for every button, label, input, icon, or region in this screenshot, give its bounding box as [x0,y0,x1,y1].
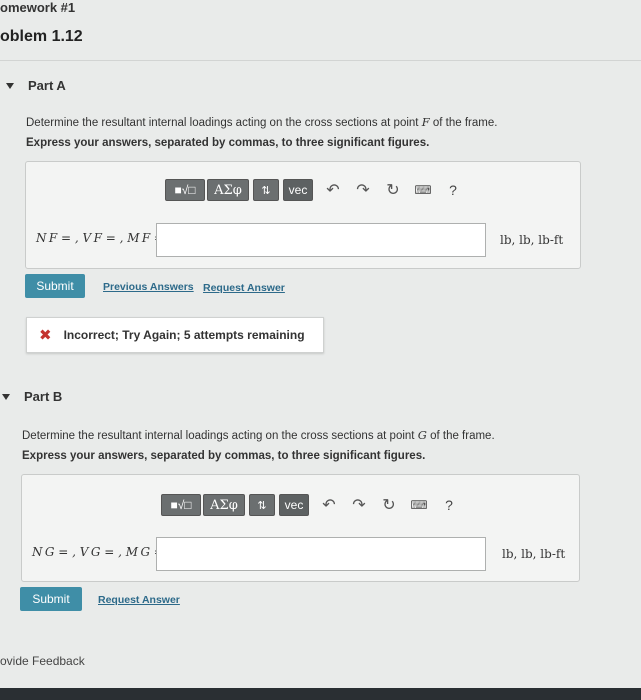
part-b-request-answer-link[interactable]: Request Answer [98,594,180,606]
vec-button[interactable]: vec [279,494,309,516]
point-f: F [421,115,430,129]
greek-button[interactable]: ΑΣφ [207,179,249,201]
part-b-equation-label: N G = , V G = , M G = [32,545,164,559]
part-b-answer-box: ■√□ ΑΣφ ⇅ vec ↶ ↷ ↻ ⌨ ? N G = , V G = , … [21,474,580,582]
templates-icon: ■√□ [174,183,196,197]
redo-icon[interactable]: ↷ [345,494,373,516]
part-a-feedback: ✖ Incorrect; Try Again; 5 attempts remai… [26,317,324,353]
part-b-answer-input[interactable] [156,537,486,571]
part-b-submit-button[interactable]: Submit [20,587,82,611]
templates-icon: ■√□ [170,498,192,512]
provide-feedback-link[interactable]: ovide Feedback [0,654,85,668]
redo-icon[interactable]: ↷ [349,179,377,201]
undo-icon[interactable]: ↶ [315,494,343,516]
help-button[interactable]: ? [439,179,467,201]
help-button[interactable]: ? [435,494,463,516]
problem-title: oblem 1.12 [0,28,83,45]
part-a-toolbar: ■√□ ΑΣφ ⇅ vec ↶ ↷ ↻ ⌨ ? [165,179,467,201]
undo-icon[interactable]: ↶ [319,179,347,201]
vec-button[interactable]: vec [283,179,313,201]
part-a-request-answer-link[interactable]: Request Answer [203,282,285,294]
templates-button[interactable]: ■√□ [165,179,205,201]
part-a-answer-input[interactable] [156,223,486,257]
part-a-label: Part A [28,78,66,93]
point-g: G [417,428,427,442]
bottom-taskbar [0,688,641,700]
feedback-text: Incorrect; Try Again; 5 attempts remaini… [63,328,305,342]
collapse-triangle-icon [6,82,14,89]
reset-icon[interactable]: ↻ [379,179,407,201]
part-a-instructions: Express your answers, separated by comma… [26,137,430,149]
assignment-title: omework #1 [0,0,76,15]
keyboard-icon[interactable]: ⌨ [409,179,437,201]
part-b-header[interactable]: Part B [2,389,62,404]
part-a-answer-box: ■√□ ΑΣφ ⇅ vec ↶ ↷ ↻ ⌨ ? N F = , V F = , … [25,161,581,269]
header-divider [0,60,641,61]
part-b-question: Determine the resultant internal loading… [22,428,495,442]
previous-answers-link[interactable]: Previous Answers [103,281,194,293]
part-b-toolbar: ■√□ ΑΣφ ⇅ vec ↶ ↷ ↻ ⌨ ? [161,494,463,516]
templates-button[interactable]: ■√□ [161,494,201,516]
part-b-instructions: Express your answers, separated by comma… [22,450,426,462]
part-b-label: Part B [24,389,63,404]
part-a-units: lb, lb, lb-ft [500,233,564,247]
part-b-units: lb, lb, lb-ft [502,547,566,561]
incorrect-x-icon: ✖ [39,327,52,344]
part-a-submit-button[interactable]: Submit [25,274,85,298]
collapse-triangle-icon [2,393,10,400]
sort-button[interactable]: ⇅ [249,494,275,516]
greek-button[interactable]: ΑΣφ [203,494,245,516]
reset-icon[interactable]: ↻ [375,494,403,516]
sort-button[interactable]: ⇅ [253,179,279,201]
part-a-question: Determine the resultant internal loading… [26,115,498,129]
part-a-header[interactable]: Part A [6,78,66,93]
part-a-equation-label: N F = , V F = , M F = [36,231,165,245]
keyboard-icon[interactable]: ⌨ [405,494,433,516]
